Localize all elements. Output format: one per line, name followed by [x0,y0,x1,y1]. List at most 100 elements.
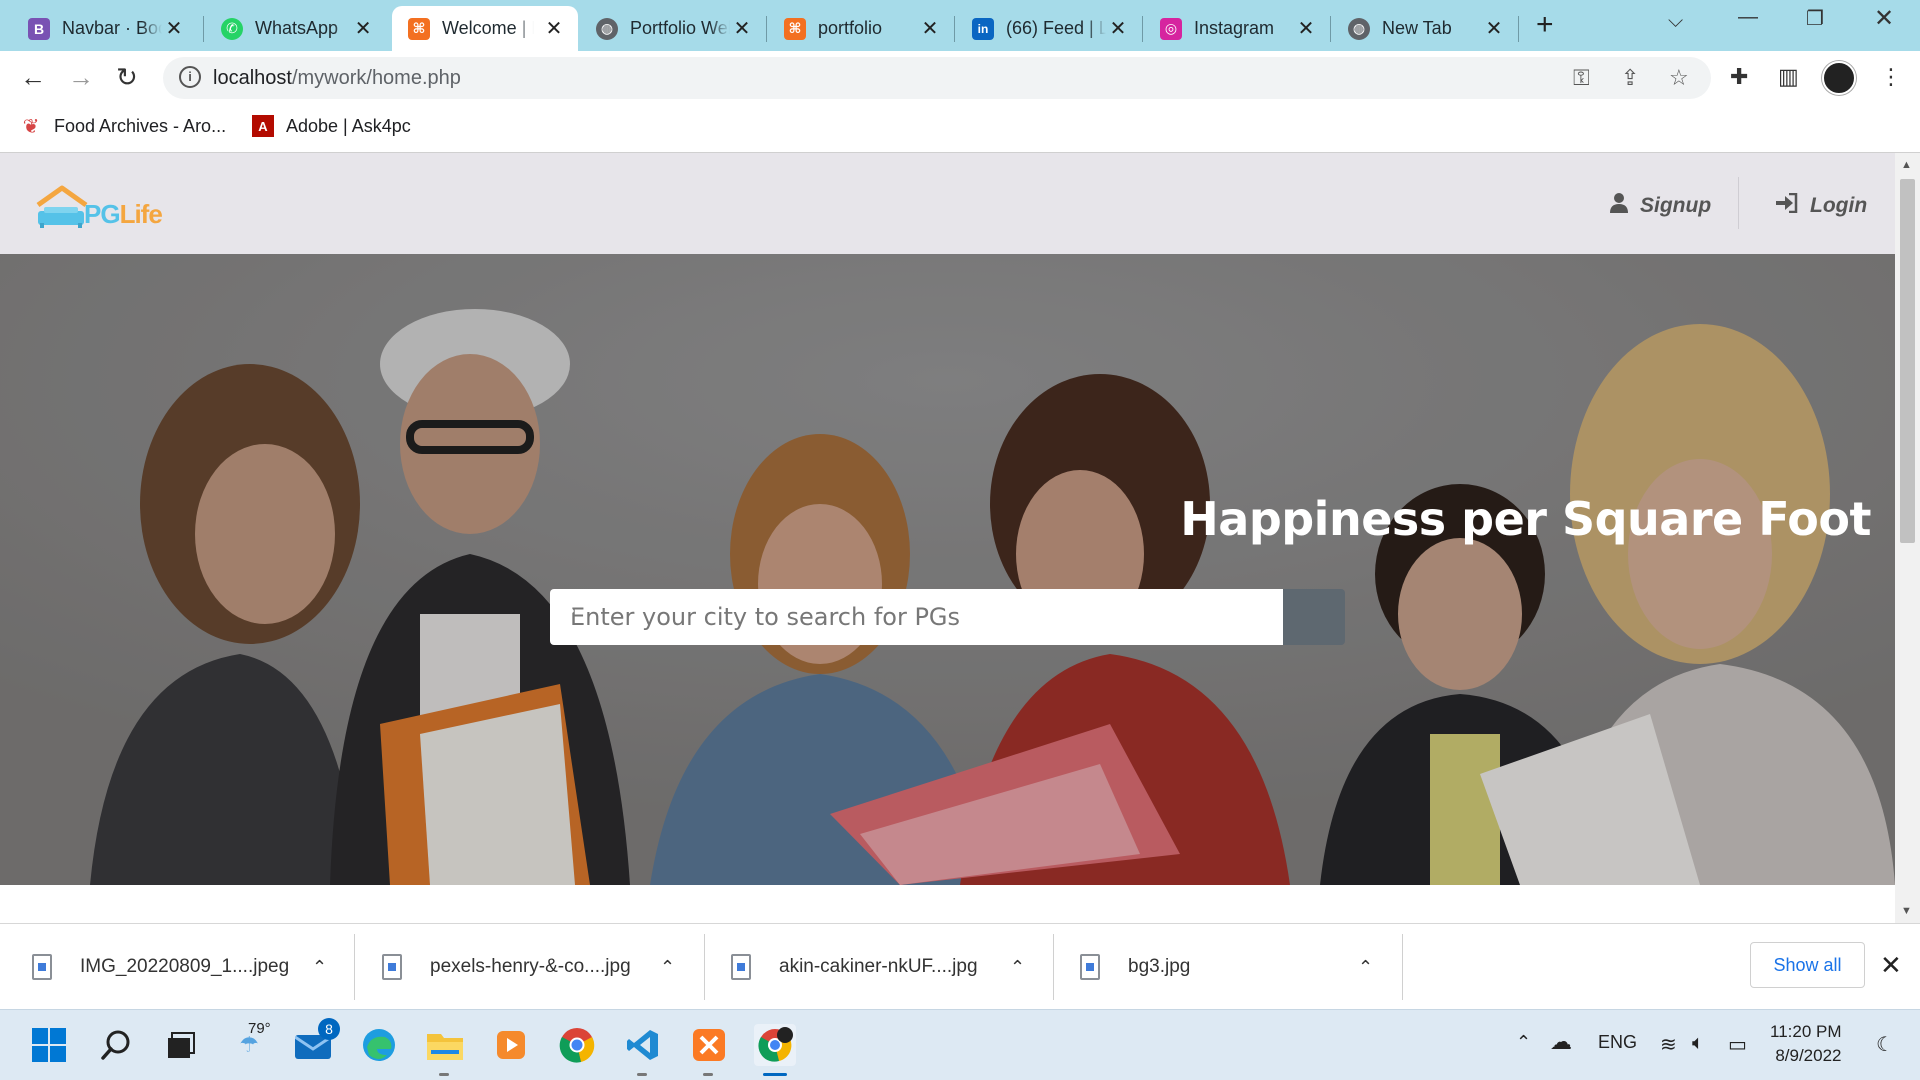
bookmark-food-archives[interactable]: ❦ Food Archives - Aro... [20,115,226,138]
media-player-app[interactable] [490,1024,532,1066]
scroll-up-arrow-icon[interactable]: ▲ [1901,159,1912,171]
bookmark-star-icon[interactable]: ☆ [1669,65,1689,91]
bookmark-adobe[interactable]: A Adobe | Ask4pc [252,115,411,137]
new-tab-button[interactable]: + [1536,8,1554,42]
chevron-up-icon[interactable]: ⌃ [1010,957,1025,978]
hero-banner: Happiness per Square Foot [0,254,1895,885]
edge-browser-icon [363,1029,395,1061]
menu-kebab-icon[interactable]: ⋮ [1880,64,1902,90]
onedrive-cloud-icon[interactable]: ☁ [1550,1029,1572,1055]
image-file-icon [1080,954,1100,980]
close-tab-icon[interactable]: ✕ [1484,16,1504,41]
chevron-up-icon[interactable]: ⌃ [1358,957,1373,978]
signup-label: Signup [1640,194,1712,217]
close-tab-icon[interactable]: ✕ [920,16,940,41]
key-icon[interactable]: ⚿ [1573,65,1590,91]
profile-avatar[interactable] [1822,61,1856,95]
system-clock[interactable]: 11:20 PM 8/9/2022 [1770,1020,1842,1068]
share-icon[interactable]: ⇪ [1621,65,1639,91]
city-search-input[interactable] [550,589,1284,645]
close-tab-icon[interactable]: ✕ [1296,16,1316,41]
tab-new-tab[interactable]: ◍ New Tab ✕ [1332,6,1518,51]
close-tab-icon[interactable]: ✕ [353,16,373,41]
show-hidden-icons-chevron[interactable]: ⌃ [1516,1032,1531,1053]
search-taskbar-button[interactable] [95,1024,137,1066]
tab-portfolio[interactable]: ⌘ portfolio ✕ [768,6,954,51]
scroll-down-arrow-icon[interactable]: ▼ [1901,905,1912,917]
chevron-up-icon[interactable]: ⌃ [312,957,327,978]
nav-divider [1738,177,1739,229]
notifications-moon-icon[interactable]: ☾ [1876,1032,1894,1057]
tab-title: New Tab [1382,18,1452,38]
close-tab-icon[interactable]: ✕ [544,16,564,41]
start-button[interactable] [28,1024,70,1066]
image-file-icon [382,954,402,980]
task-view-button[interactable] [160,1024,202,1066]
reload-button[interactable]: ↻ [116,62,138,93]
close-download-shelf-icon[interactable]: ✕ [1880,950,1902,981]
restore-button[interactable]: ❐ [1806,6,1824,31]
tab-navbar[interactable]: B Navbar · Bootstrap ✕ [12,6,198,51]
file-explorer-app[interactable] [424,1024,466,1076]
wifi-icon[interactable]: ≋ [1660,1032,1677,1057]
clock-date: 8/9/2022 [1775,1046,1842,1065]
tab-portfolio-website[interactable]: ◍ Portfolio Website ✕ [580,6,766,51]
page-scrollbar[interactable]: ▲ ▼ [1895,153,1920,923]
close-tab-icon[interactable]: ✕ [1108,16,1128,41]
download-filename: pexels-henry-&-co....jpg [430,956,631,977]
weather-widget[interactable]: ☂ 79° [228,1020,271,1066]
address-bar[interactable]: i localhost/mywork/home.php ⚿ ⇪ ☆ [163,57,1711,99]
chrome-app[interactable] [556,1024,598,1066]
download-filename: bg3.jpg [1128,956,1191,977]
show-all-downloads-button[interactable]: Show all [1750,942,1865,988]
site-info-icon[interactable]: i [179,66,201,88]
download-item[interactable]: IMG_20220809_1....jpeg ⌃ [32,924,342,1010]
extensions-puzzle-icon[interactable]: ✚ [1730,64,1748,90]
side-panel-icon[interactable]: ▥ [1778,64,1799,90]
image-file-icon [32,954,52,980]
download-item[interactable]: pexels-henry-&-co....jpg ⌃ [382,924,692,1010]
bookmark-label: Adobe | Ask4pc [286,115,411,136]
bookmarks-bar: ❦ Food Archives - Aro... A Adobe | Ask4p… [0,105,1920,153]
chrome-icon [559,1028,595,1063]
signup-link[interactable]: Signup [1610,193,1711,219]
tab-welcome-active[interactable]: ⌘ Welcome | PG Life ✕ [392,6,578,51]
tab-title: WhatsApp [255,18,339,38]
search-button[interactable] [551,589,1345,645]
input-language[interactable]: ENG [1598,1032,1637,1053]
folder-icon [427,1034,463,1060]
hero-title: Happiness per Square Foot [1180,492,1871,546]
close-tab-icon[interactable]: ✕ [732,16,752,41]
browser-tab-strip: B Navbar · Bootstrap ✕ ✆ WhatsApp ✕ ⌘ We… [0,0,1920,51]
tab-instagram[interactable]: ◎ Instagram ✕ [1144,6,1330,51]
chrome-icon: ◍ [1348,17,1370,40]
tab-search-chevron-icon[interactable]: ⌵ [1668,10,1683,33]
forward-button[interactable]: → [68,62,94,93]
tab-title: portfolio [818,18,883,38]
tab-linkedin[interactable]: in (66) Feed | LinkedIn ✕ [956,6,1142,51]
login-label: Login [1810,194,1868,217]
vscode-app[interactable] [622,1024,664,1076]
tab-title: Navbar · Bootstrap [62,18,162,38]
battery-icon[interactable]: ▭ [1728,1032,1747,1057]
xampp-app[interactable] [688,1024,730,1076]
download-item[interactable]: bg3.jpg ⌃ [1080,924,1390,1010]
city-search-form [550,589,1345,645]
scrollbar-thumb[interactable] [1900,179,1915,543]
login-link[interactable]: Login [1776,192,1868,219]
pg-life-logo[interactable]: PGLife [34,185,174,229]
url-text[interactable]: localhost/mywork/home.php [213,67,461,90]
back-button[interactable]: ← [20,62,46,93]
tab-whatsapp[interactable]: ✆ WhatsApp ✕ [205,6,387,51]
chevron-up-icon[interactable]: ⌃ [660,957,675,978]
linkedin-icon: in [972,17,994,40]
sign-in-icon [1776,192,1798,219]
volume-icon[interactable]: 🔈︎ [1692,1032,1704,1055]
window-close-button[interactable]: ✕ [1874,4,1894,33]
close-tab-icon[interactable]: ✕ [164,16,184,41]
download-item[interactable]: akin-cakiner-nkUF....jpg ⌃ [731,924,1041,1010]
chrome-active-app[interactable] [754,1024,796,1076]
minimize-button[interactable]: — [1738,6,1758,29]
edge-app[interactable] [358,1024,400,1066]
mail-app[interactable]: 8 [292,1018,340,1066]
